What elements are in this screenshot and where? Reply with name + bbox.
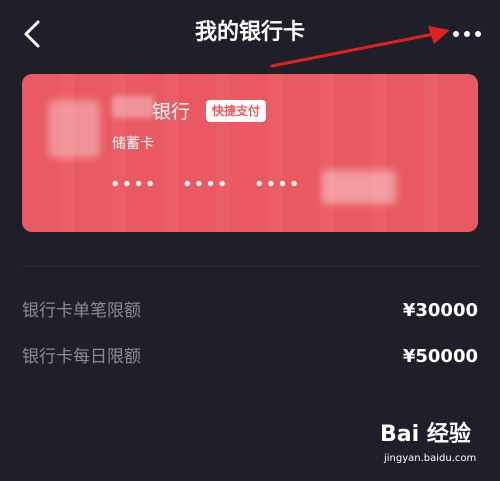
daily-limit-row: 银行卡每日限额 ¥50000: [22, 342, 478, 372]
limit-label: 银行卡单笔限额: [22, 301, 141, 321]
bank-name: 银行: [152, 101, 191, 123]
watermark-logo: Bai 经验: [380, 422, 471, 447]
quick-pay-badge: 快捷支付: [206, 100, 267, 122]
card-number-group-3: ••••: [254, 174, 301, 195]
limit-value: ¥30000: [402, 300, 478, 321]
limit-label: 银行卡每日限额: [22, 347, 141, 367]
header: 我的银行卡: [0, 0, 500, 66]
bank-card[interactable]: 银行 快捷支付 储蓄卡 •••• •••• ••••: [22, 74, 478, 232]
card-type: 储蓄卡: [112, 136, 154, 152]
card-number-last-blurred: [322, 170, 396, 204]
single-limit-row: 银行卡单笔限额 ¥30000: [22, 296, 478, 326]
watermark-url: jingyan.baidu.com: [384, 453, 477, 464]
watermark: Bai 经验 jingyan.baidu.com: [380, 420, 490, 470]
more-button[interactable]: [450, 24, 484, 44]
bank-card-page: 我的银行卡 银行 快捷支付 储蓄卡 •••• •••• •••• 银行卡单笔限额…: [0, 0, 500, 481]
page-title: 我的银行卡: [194, 20, 305, 45]
divider: [22, 266, 478, 267]
bank-logo-blurred: [48, 100, 100, 158]
limit-value: ¥50000: [402, 346, 478, 367]
card-number-group-2: ••••: [182, 174, 229, 195]
card-number-group-1: ••••: [110, 174, 157, 195]
more-horizontal-icon: [453, 31, 481, 37]
bank-name-blurred: [112, 96, 154, 118]
